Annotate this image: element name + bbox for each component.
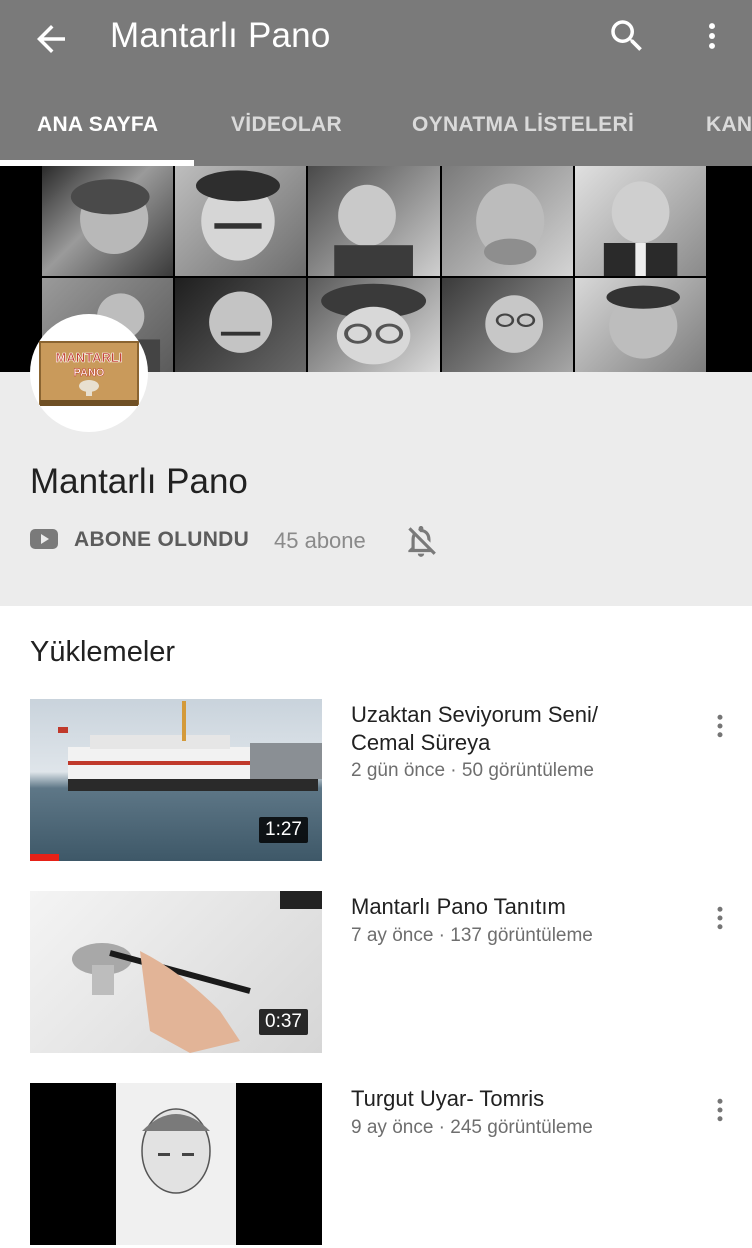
- more-vert-icon: [717, 906, 723, 930]
- back-button[interactable]: [30, 18, 72, 60]
- video-meta: 2 gün önce · 50 görüntüleme: [351, 760, 594, 781]
- banner-portrait: [574, 278, 706, 372]
- search-icon: [611, 20, 642, 51]
- video-duration: 0:37: [259, 1009, 308, 1035]
- app-bar: Mantarlı Pano ANA SAYFA VİDEOLAR OYNATMA…: [0, 0, 752, 166]
- channel-logo: MANTARLI PANO: [39, 341, 139, 406]
- video-title[interactable]: Uzaktan Seviyorum Seni/ Cemal Süreya: [351, 701, 661, 757]
- bell-off-icon: [408, 525, 436, 557]
- video-thumbnail[interactable]: [30, 1083, 322, 1245]
- video-meta: 9 ay önce · 245 görüntüleme: [351, 1117, 593, 1138]
- app-title: Mantarlı Pano: [110, 16, 331, 55]
- subscriber-count: 45 abone: [274, 528, 366, 553]
- video-title[interactable]: Turgut Uyar- Tomris: [351, 1085, 661, 1113]
- channel-name: Mantarlı Pano: [30, 462, 248, 501]
- video-title[interactable]: Mantarlı Pano Tanıtım: [351, 893, 661, 921]
- video-more-button[interactable]: [705, 709, 735, 743]
- banner-portrait: [441, 278, 573, 372]
- video-list-item[interactable]: 1:27 Uzaktan Seviyorum Seni/ Cemal Sürey…: [0, 699, 752, 864]
- notification-bell-button[interactable]: [402, 521, 440, 561]
- video-duration: 1:27: [259, 817, 308, 843]
- arrow-left-icon: [37, 25, 65, 53]
- tab-home[interactable]: ANA SAYFA: [37, 90, 158, 166]
- video-thumbnail[interactable]: 0:37: [30, 891, 322, 1053]
- banner-portrait: [175, 166, 307, 276]
- video-list-item[interactable]: 0:37 Mantarlı Pano Tanıtım 7 ay önce · 1…: [0, 891, 752, 1056]
- banner-portrait: [308, 166, 440, 276]
- banner-portrait: [42, 166, 174, 276]
- banner-portrait: [441, 166, 573, 276]
- search-button[interactable]: [606, 15, 648, 57]
- video-more-button[interactable]: [705, 901, 735, 935]
- tab-playlists[interactable]: OYNATMA LİSTELERİ: [412, 90, 634, 166]
- youtube-icon: [30, 528, 58, 550]
- more-vert-icon: [717, 714, 723, 738]
- banner-portrait: [574, 166, 706, 276]
- video-list-item[interactable]: Turgut Uyar- Tomris 9 ay önce · 245 görü…: [0, 1083, 752, 1248]
- banner-portrait-grid: [42, 166, 706, 372]
- channel-avatar[interactable]: MANTARLI PANO: [30, 314, 148, 432]
- more-vert-icon: [709, 23, 715, 49]
- more-options-button[interactable]: [695, 15, 729, 57]
- channel-tabs: ANA SAYFA VİDEOLAR OYNATMA LİSTELERİ KAN: [0, 90, 752, 166]
- video-thumbnail[interactable]: 1:27: [30, 699, 322, 861]
- subscribed-button[interactable]: ABONE OLUNDU: [74, 528, 249, 552]
- tab-videos[interactable]: VİDEOLAR: [231, 90, 342, 166]
- video-meta: 7 ay önce · 137 görüntüleme: [351, 925, 593, 946]
- more-vert-icon: [717, 1098, 723, 1122]
- svg-text:PANO: PANO: [74, 367, 105, 379]
- banner-portrait: [308, 278, 440, 372]
- svg-text:MANTARLI: MANTARLI: [56, 350, 123, 365]
- watch-progress-bar: [30, 854, 59, 861]
- tab-channels[interactable]: KAN: [706, 90, 752, 166]
- video-more-button[interactable]: [705, 1093, 735, 1127]
- banner-portrait: [175, 278, 307, 372]
- uploads-section-title: Yüklemeler: [30, 636, 176, 668]
